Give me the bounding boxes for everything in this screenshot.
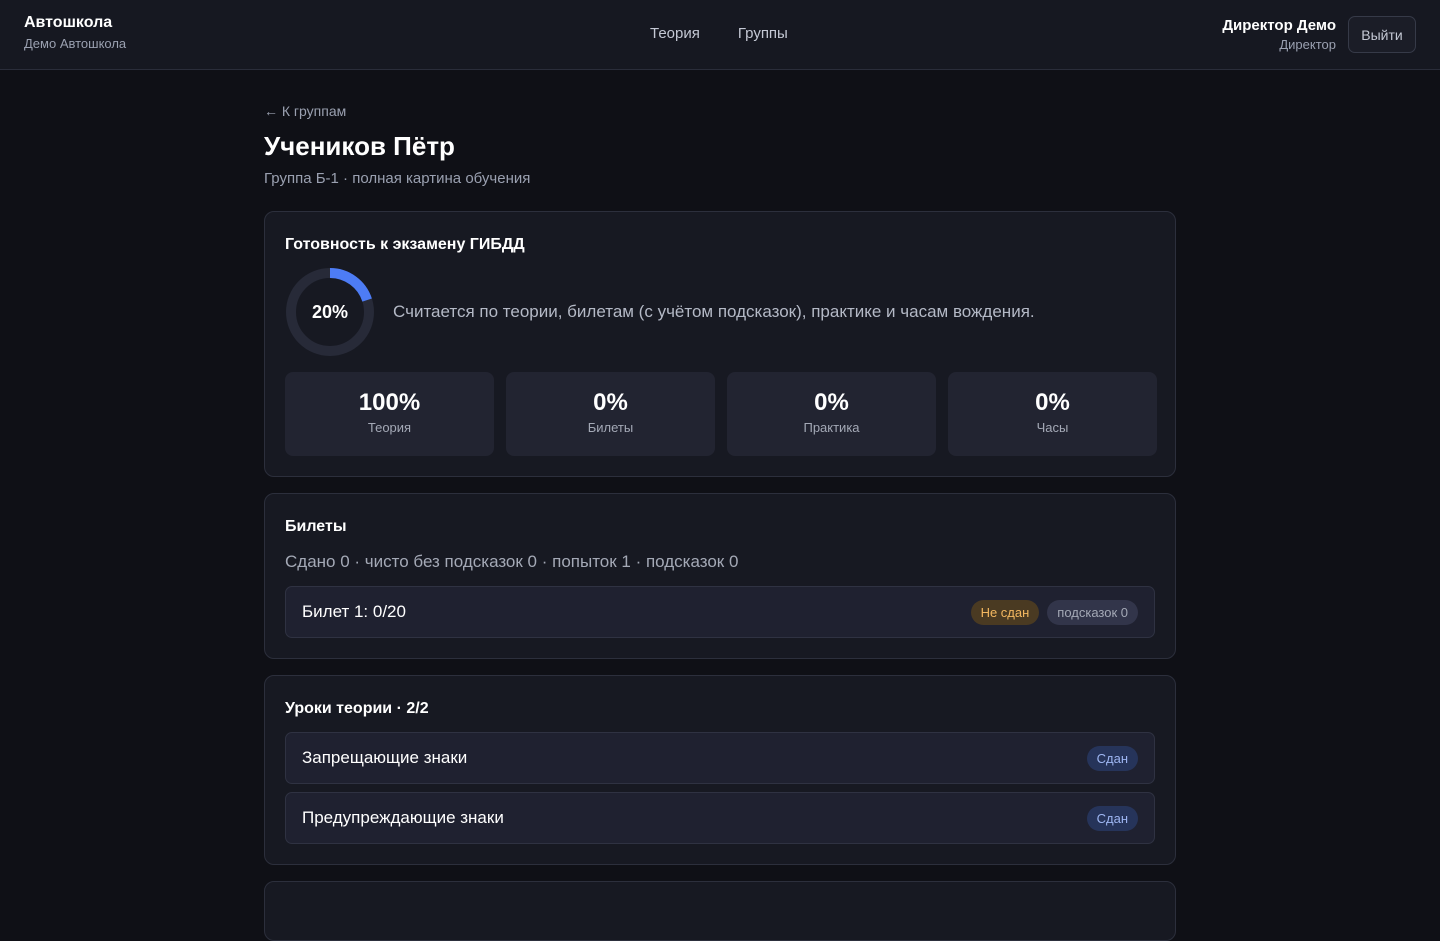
lesson-label: Предупреждающие знаки <box>302 808 504 827</box>
ticket-row[interactable]: Билет 1: 0/20 Не сдан подсказок 0 <box>285 586 1155 638</box>
brand-subtitle: Демо Автошкола <box>24 36 127 51</box>
tickets-title: Билеты <box>285 518 347 535</box>
stat-practice: 0% Практика <box>727 372 936 456</box>
lesson-badges: Сдан <box>1086 746 1138 771</box>
ticket-badges: Не сдан подсказок 0 <box>970 600 1138 625</box>
ticket-label: Билет 1: 0/20 <box>302 602 406 621</box>
lessons-title: Уроки теории · 2/2 <box>285 700 429 717</box>
readiness-title: Готовность к экзамену ГИБДД <box>285 236 525 253</box>
top-bar: Автошкола Демо Автошкола Теория Группы Д… <box>0 0 1440 70</box>
lesson-row[interactable]: Предупреждающие знаки Сдан <box>285 792 1155 844</box>
page-subtitle: Группа Б-1 · полная картина обучения <box>264 170 531 187</box>
logout-button[interactable]: Выйти <box>1348 16 1416 53</box>
lesson-label: Запрещающие знаки <box>302 748 468 767</box>
brand[interactable]: Автошкола Демо Автошкола <box>24 14 126 51</box>
stat-value: 100% <box>358 389 421 416</box>
main-nav: Теория Группы <box>650 25 788 42</box>
stat-hours: 0% Часы <box>948 372 1157 456</box>
exam-readiness-card: Готовность к экзамену ГИБДД 20% Считаетс… <box>264 211 1176 477</box>
brand-title: Автошкола <box>24 14 113 31</box>
stat-value: 0% <box>593 389 628 416</box>
lesson-badges: Сдан <box>1086 806 1138 831</box>
main-content: ← К группам Учеников Пётр Группа Б-1 · п… <box>264 70 1176 941</box>
user-name: Директор Демо <box>1222 17 1336 34</box>
hints-badge: подсказок 0 <box>1047 600 1138 625</box>
nav-link-theory[interactable]: Теория <box>650 25 700 42</box>
status-badge: Сдан <box>1086 746 1138 771</box>
lesson-row[interactable]: Запрещающие знаки Сдан <box>285 732 1155 784</box>
page-title: Учеников Пётр <box>264 131 455 161</box>
stat-value: 0% <box>1035 389 1070 416</box>
status-badge: Сдан <box>1086 806 1138 831</box>
tickets-summary: Сдано 0 · чисто без подсказок 0 · попыто… <box>285 552 739 571</box>
status-badge: Не сдан <box>970 600 1040 625</box>
readiness-note: Считается по теории, билетам (с учётом п… <box>393 302 1035 321</box>
theory-lessons-card: Уроки теории · 2/2 Запрещающие знаки Сда… <box>264 675 1176 865</box>
stat-label: Теория <box>367 420 412 435</box>
next-section-card <box>264 881 1176 941</box>
tickets-card: Билеты Сдано 0 · чисто без подсказок 0 ·… <box>264 493 1176 659</box>
readiness-ring: 20% <box>285 267 375 357</box>
user-info: Директор Демо Директор <box>1222 17 1336 52</box>
stat-theory: 100% Теория <box>285 372 494 456</box>
stat-label: Часы <box>1036 420 1069 435</box>
nav-link-groups[interactable]: Группы <box>738 25 788 42</box>
user-role: Директор <box>1279 37 1336 52</box>
stat-tickets: 0% Билеты <box>506 372 715 456</box>
stat-label: Практика <box>803 420 860 435</box>
stat-label: Билеты <box>587 420 634 435</box>
back-to-groups-link[interactable]: ← К группам <box>264 102 1176 120</box>
readiness-stats: 100% Теория 0% Билеты 0% Практика 0% Час… <box>285 372 1157 456</box>
stat-value: 0% <box>814 389 849 416</box>
readiness-percent: 20% <box>311 302 349 322</box>
